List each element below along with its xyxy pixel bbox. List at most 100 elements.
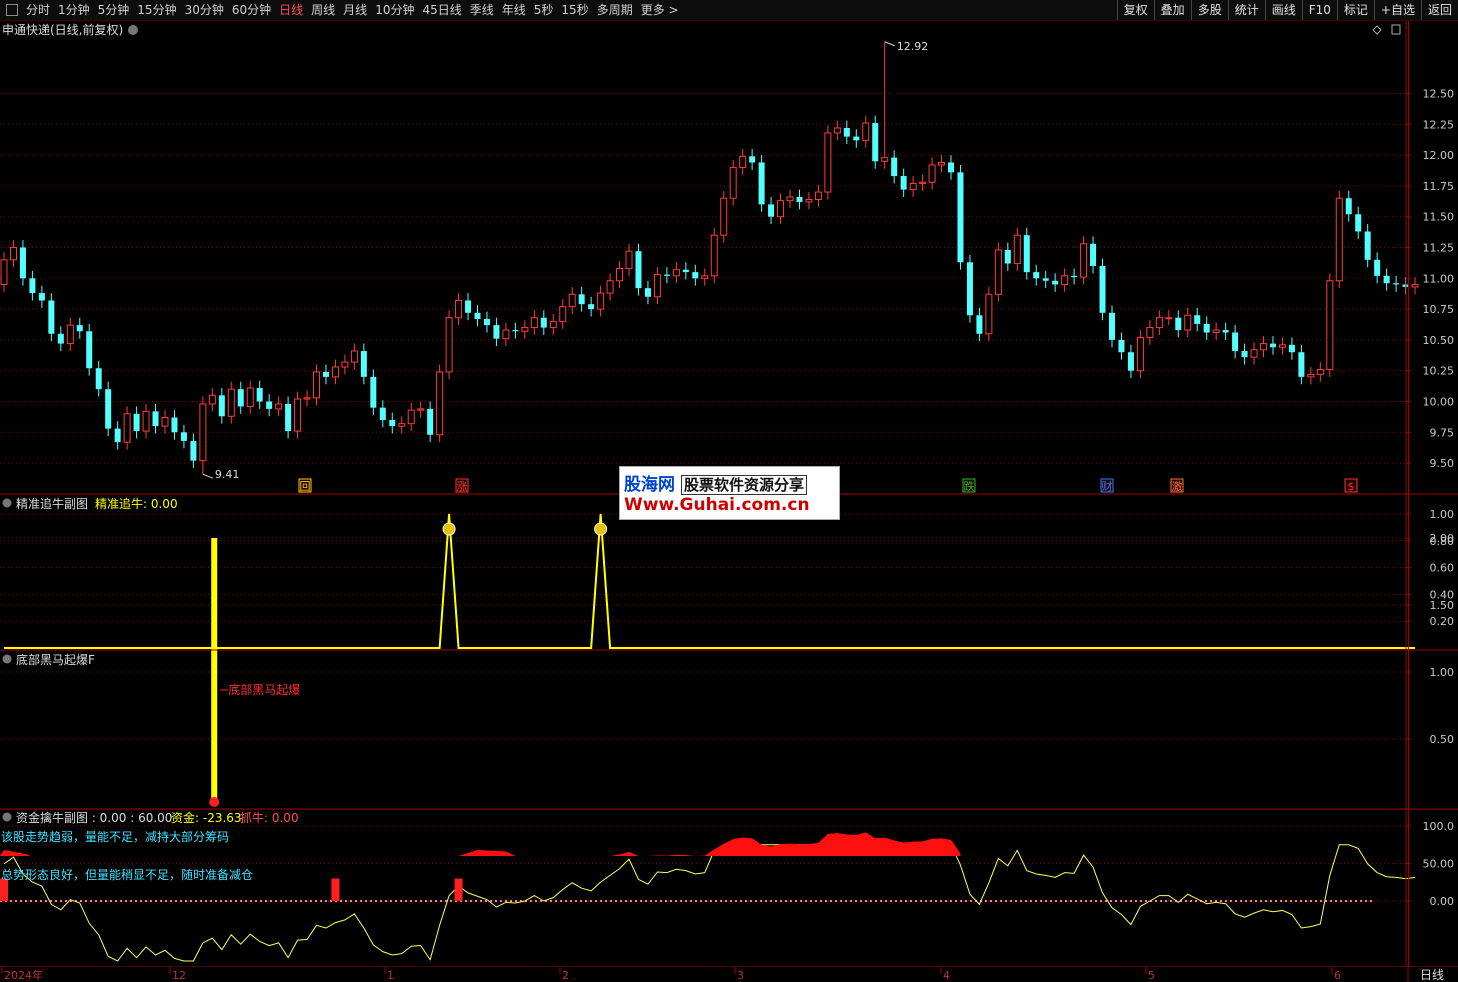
candle-body (465, 300, 472, 313)
candle-body (208, 394, 216, 405)
candle-body (427, 408, 434, 435)
toolbar-button-3[interactable]: 统计 (1227, 0, 1265, 20)
p3-tick-label: 1.50 (1430, 599, 1455, 612)
candle-body (370, 376, 377, 408)
candle-body (1212, 329, 1220, 334)
period-tab-13[interactable]: 5秒 (530, 0, 558, 20)
candle-body (1052, 280, 1059, 285)
candle-body (625, 250, 633, 269)
candle-body (739, 155, 747, 168)
event-marker-5: $ (1348, 480, 1355, 493)
candle-body (76, 325, 83, 332)
p3-dropdown-icon[interactable] (2, 654, 12, 664)
toolbar-button-1[interactable]: 叠加 (1153, 0, 1191, 20)
candle-body (29, 278, 36, 294)
x-axis-label-4: 3 (737, 969, 744, 982)
price-axis-border-2 (1408, 21, 1409, 967)
candle-body (190, 440, 197, 461)
p2-dropdown-icon[interactable] (2, 498, 12, 508)
toolbar-button-4[interactable]: 画线 (1264, 0, 1302, 20)
candle-body (1374, 259, 1381, 276)
period-tab-12[interactable]: 年线 (498, 0, 530, 20)
candle-body (938, 161, 946, 166)
candle-body (568, 293, 576, 308)
candle-body (966, 262, 973, 316)
period-tab-5[interactable]: 60分钟 (228, 0, 275, 20)
candle-body (957, 172, 964, 263)
period-tab-10[interactable]: 45日线 (418, 0, 465, 20)
p3-tick-label: 1.00 (1430, 666, 1455, 679)
candle-body (0, 259, 8, 285)
candle-body (729, 166, 737, 199)
candle-body (483, 318, 490, 326)
period-tab-4[interactable]: 30分钟 (181, 0, 228, 20)
toolbar-button-7[interactable]: +自选 (1373, 0, 1421, 20)
candle-body (1099, 265, 1106, 313)
restore-icon[interactable] (1391, 24, 1401, 35)
candle-body (493, 325, 500, 339)
period-tab-0[interactable]: 分时 (22, 0, 54, 20)
candle-body (95, 368, 102, 390)
toolbar-button-5[interactable]: F10 (1301, 0, 1337, 20)
low-price-label: 9.41 (215, 468, 240, 481)
period-tab-11[interactable]: 季线 (466, 0, 498, 20)
candle-body (814, 191, 822, 200)
candle-body (133, 413, 140, 432)
candle-body (1393, 283, 1400, 285)
p4-title: 资金擒牛副图 : 0.00 : 60.00 (16, 810, 172, 825)
candle-body (398, 423, 406, 427)
candle-body (976, 315, 983, 334)
diamond-icon[interactable] (1372, 25, 1382, 35)
price-tick-label: 10.75 (1423, 303, 1455, 316)
candle-body (900, 176, 907, 190)
candle-body (171, 417, 178, 433)
price-tick-label: 11.75 (1423, 180, 1455, 193)
x-axis-label-3: 2 (562, 969, 569, 982)
event-marker-2: 跌 (964, 479, 975, 493)
candle-body (66, 324, 74, 345)
site-watermark: 股海网 股票软件资源分享 Www.Guhai.com.cn (619, 466, 840, 520)
period-tab-9[interactable]: 10分钟 (371, 0, 418, 20)
candle-body (341, 361, 349, 368)
x-axis-label-6: 5 (1148, 969, 1155, 982)
price-tick-label: 12.50 (1423, 88, 1455, 101)
period-tab-8[interactable]: 月线 (339, 0, 371, 20)
candle-body (57, 333, 64, 344)
candle-body (720, 197, 728, 236)
p4-tick-label: 0.00 (1430, 895, 1455, 908)
candle-body (1071, 275, 1078, 278)
candle-body (256, 387, 263, 402)
period-tab-2[interactable]: 5分钟 (94, 0, 134, 20)
toolbar-button-0[interactable]: 复权 (1116, 0, 1154, 20)
catch-bull-bar (331, 878, 340, 901)
candle-body (948, 162, 954, 173)
candle-body (152, 411, 159, 427)
p4-note-1: 该股走势趋弱，量能不足，减持大部分筹码 (1, 829, 229, 844)
toolbar-button-2[interactable]: 多股 (1190, 0, 1228, 20)
toolbar-right-buttons: 复权 叠加 多股 统计 画线 F10 标记 +自选 返回 (1116, 0, 1458, 20)
period-tab-6[interactable]: 日线 (275, 0, 307, 20)
period-tab-14[interactable]: 15秒 (557, 0, 592, 20)
candle-body (1127, 352, 1134, 371)
price-tick-label: 10.00 (1423, 396, 1455, 409)
price-tick-label: 10.50 (1423, 334, 1455, 347)
period-tab-1[interactable]: 1分钟 (54, 0, 94, 20)
p4-dropdown-icon[interactable] (2, 812, 12, 822)
toolbar-button-6[interactable]: 标记 (1336, 0, 1374, 20)
period-tab-15[interactable]: 多周期 (593, 0, 637, 20)
p3-tick-label: 0.50 (1430, 733, 1455, 746)
period-tab-16[interactable]: 更多 > (637, 0, 683, 20)
candle-body (199, 403, 207, 462)
candle-body (853, 136, 860, 141)
period-tab-3[interactable]: 15分钟 (133, 0, 180, 20)
period-tab-7[interactable]: 周线 (307, 0, 339, 20)
candle-body (1241, 350, 1248, 358)
toolbar-button-8[interactable]: 返回 (1420, 0, 1458, 20)
candle-body (985, 293, 993, 335)
window-menu-icon[interactable] (6, 4, 18, 16)
candle-body (1383, 275, 1390, 284)
candle-body (1232, 332, 1239, 351)
title-dropdown-icon[interactable] (128, 25, 138, 35)
p2-title: 精准追牛副图 (16, 496, 88, 511)
heima-bar (211, 538, 218, 806)
